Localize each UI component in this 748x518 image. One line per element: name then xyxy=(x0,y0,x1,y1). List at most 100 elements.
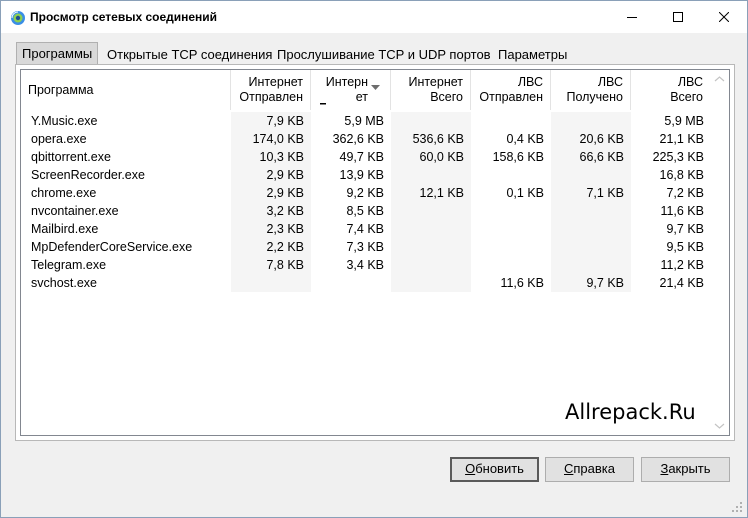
cell-program: svchost.exe xyxy=(31,276,98,290)
cell-lan-total: 7,2 KB xyxy=(666,186,704,200)
cell-lan-recv xyxy=(551,257,624,273)
cell-lan-sent: 0,1 KB xyxy=(506,186,544,200)
cell-lan-total: 5,9 MB xyxy=(664,114,704,128)
column-header-inet-total[interactable]: Интернет Всего xyxy=(391,70,471,110)
column-header-program[interactable]: Программа xyxy=(21,70,231,110)
cell-inet-recv: 8,5 KB xyxy=(346,204,384,218)
cell-inet-total: 12,1 KB xyxy=(419,186,464,200)
cell-inet-total xyxy=(391,113,464,129)
cell-lan-sent xyxy=(471,203,544,219)
cell-inet-recv xyxy=(311,275,384,291)
cell-program: opera.exe xyxy=(31,132,87,146)
cell-lan-recv xyxy=(551,203,624,219)
cell-lan-sent: 11,6 KB xyxy=(500,276,544,290)
table-row[interactable]: nvcontainer.exe 3,2 KB 8,5 KB 11,6 KB xyxy=(21,202,711,220)
cell-lan-total: 9,5 KB xyxy=(666,240,704,254)
maximize-icon xyxy=(673,12,683,22)
cell-inet-sent: 10,3 KB xyxy=(259,150,304,164)
table-row[interactable]: qbittorrent.exe 10,3 KB 49,7 KB 60,0 KB 158,… xyxy=(21,148,711,166)
cell-inet-recv: 3,4 KB xyxy=(346,258,384,272)
cell-inet-sent: 2,9 KB xyxy=(266,186,304,200)
cell-lan-recv: 9,7 KB xyxy=(586,276,624,290)
cell-lan-sent: 0,4 KB xyxy=(506,132,544,146)
cell-inet-total xyxy=(391,203,464,219)
cell-lan-sent xyxy=(471,257,544,273)
cell-inet-recv: 7,4 KB xyxy=(346,222,384,236)
cell-lan-recv xyxy=(551,113,624,129)
cell-lan-total: 11,2 KB xyxy=(660,258,704,272)
minimize-icon xyxy=(627,17,637,18)
refresh-label: бновить xyxy=(475,461,524,476)
cell-inet-sent: 3,2 KB xyxy=(266,204,304,218)
cell-lan-recv: 66,6 KB xyxy=(579,150,624,164)
help-label: правка xyxy=(573,461,615,476)
table-row[interactable]: svchost.exe 11,6 KB 9,7 KB 21,4 KB xyxy=(21,274,711,292)
tab-programs[interactable]: Программы xyxy=(16,42,99,65)
cell-inet-sent: 2,2 KB xyxy=(266,240,304,254)
table-row[interactable]: ScreenRecorder.exe 2,9 KB 13,9 KB 16,8 KB xyxy=(21,166,711,184)
sort-indicator-mark xyxy=(320,103,326,105)
column-header-lan-total[interactable]: ЛВС Всего xyxy=(631,70,711,110)
cell-inet-sent: 2,3 KB xyxy=(266,222,304,236)
cell-inet-total: 60,0 KB xyxy=(419,150,464,164)
table-row[interactable]: Y.Music.exe 7,9 KB 5,9 MB 5,9 MB xyxy=(21,112,711,130)
close-icon xyxy=(719,12,729,22)
cell-program: Telegram.exe xyxy=(31,258,107,272)
network-monitor-icon xyxy=(10,10,26,26)
table-row[interactable]: opera.exe 174,0 KB 362,6 KB 536,6 KB 0,4 KB 2… xyxy=(21,130,711,148)
programs-list[interactable]: Программа Интернет Отправлен Интерн ет И… xyxy=(20,69,730,436)
scroll-down-icon[interactable] xyxy=(714,420,725,431)
table-row[interactable]: MpDefenderCoreService.exe 2,2 KB 7,3 KB 9,5… xyxy=(21,238,711,256)
resize-grip-icon[interactable] xyxy=(731,501,743,513)
cell-program: nvcontainer.exe xyxy=(31,204,119,218)
cell-inet-total xyxy=(391,257,464,273)
tab-listening-ports[interactable]: Прослушивание TCP и UDP портов xyxy=(272,44,496,64)
cell-lan-sent xyxy=(471,167,544,183)
refresh-button[interactable]: Обновить xyxy=(450,457,539,482)
refresh-accel-letter: О xyxy=(465,461,476,476)
maximize-button[interactable] xyxy=(655,1,701,33)
cell-program: qbittorrent.exe xyxy=(31,150,111,164)
cell-inet-total: 536,6 KB xyxy=(412,132,464,146)
vertical-scrollbar[interactable] xyxy=(710,70,729,435)
cell-inet-sent: 7,8 KB xyxy=(266,258,304,272)
close-window-button[interactable] xyxy=(701,1,747,33)
cell-inet-total xyxy=(391,275,464,291)
close-label: акрыть xyxy=(668,461,711,476)
cell-lan-recv xyxy=(551,239,624,255)
cell-lan-total: 11,6 KB xyxy=(660,204,704,218)
cell-inet-total xyxy=(391,239,464,255)
cell-lan-sent xyxy=(471,221,544,237)
cell-lan-total: 21,4 KB xyxy=(659,276,704,290)
tab-settings[interactable]: Параметры xyxy=(493,44,572,64)
cell-inet-recv: 362,6 KB xyxy=(332,132,384,146)
help-accel-letter: С xyxy=(564,461,574,476)
cell-inet-recv: 13,9 KB xyxy=(339,168,384,182)
window-title: Просмотр сетевых соединений xyxy=(30,10,218,24)
cell-lan-recv: 20,6 KB xyxy=(579,132,624,146)
programs-tab-panel: Программа Интернет Отправлен Интерн ет И… xyxy=(15,64,735,441)
help-button[interactable]: Справка xyxy=(545,457,634,482)
cell-program: chrome.exe xyxy=(31,186,97,200)
cell-inet-sent: 7,9 KB xyxy=(266,114,304,128)
cell-lan-total: 9,7 KB xyxy=(666,222,704,236)
cell-inet-total xyxy=(391,221,464,237)
cell-inet-recv: 7,3 KB xyxy=(346,240,384,254)
column-header-inet-recv[interactable]: Интерн ет xyxy=(311,70,391,110)
column-header-inet-sent[interactable]: Интернет Отправлен xyxy=(231,70,311,110)
cell-inet-recv: 5,9 MB xyxy=(344,114,384,128)
close-button[interactable]: Закрыть xyxy=(641,457,730,482)
scroll-up-icon[interactable] xyxy=(714,74,725,85)
table-row[interactable]: Mailbird.exe 2,3 KB 7,4 KB 9,7 KB xyxy=(21,220,711,238)
cell-inet-recv: 49,7 KB xyxy=(339,150,384,164)
minimize-button[interactable] xyxy=(609,1,655,33)
cell-program: MpDefenderCoreService.exe xyxy=(31,240,193,254)
cell-lan-sent: 158,6 KB xyxy=(492,150,544,164)
table-row[interactable]: chrome.exe 2,9 KB 9,2 KB 12,1 KB 0,1 KB 7,1 K… xyxy=(21,184,711,202)
title-bar[interactable]: Просмотр сетевых соединений xyxy=(1,1,747,33)
table-row[interactable]: Telegram.exe 7,8 KB 3,4 KB 11,2 KB xyxy=(21,256,711,274)
tab-open-tcp[interactable]: Открытые TCP соединения xyxy=(102,44,277,64)
column-header-lan-sent[interactable]: ЛВС Отправлен xyxy=(471,70,551,110)
sort-descending-icon xyxy=(371,85,380,90)
column-header-lan-recv[interactable]: ЛВС Получено xyxy=(551,70,631,110)
